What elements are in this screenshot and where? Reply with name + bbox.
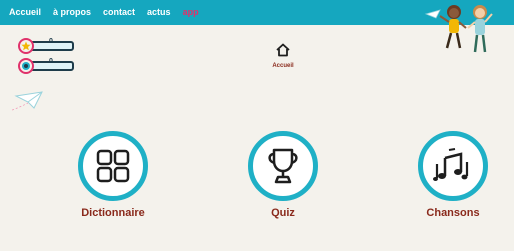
kids-illustration (424, 5, 493, 53)
star-icon (18, 38, 34, 54)
tile-quiz-label: Quiz (271, 207, 295, 219)
dictionnaire-circle (78, 131, 148, 201)
points-counter: 0 (18, 58, 74, 74)
home-button[interactable]: Accueil (263, 43, 303, 69)
grid-icon (96, 149, 130, 183)
tile-dictionnaire-label: Dictionnaire (81, 207, 145, 219)
tile-dictionnaire[interactable]: Dictionnaire (58, 131, 168, 219)
stars-counter: 0 (18, 38, 74, 54)
nav-link-contact[interactable]: contact (103, 7, 135, 17)
home-label: Accueil (272, 63, 294, 69)
nav-link-accueil[interactable]: Accueil (9, 7, 41, 17)
chansons-circle (418, 131, 488, 201)
main-nav: Accueil à propos contact actus app (9, 7, 211, 17)
target-icon (18, 58, 34, 74)
music-notes-icon (433, 148, 469, 181)
nav-link-a-propos[interactable]: à propos (53, 7, 91, 17)
stars-counter-value: 0 (49, 38, 53, 45)
trophy-icon (268, 148, 298, 184)
tile-chansons-label: Chansons (426, 207, 480, 219)
nav-link-actus[interactable]: actus (147, 7, 171, 17)
paper-plane-icon (12, 91, 43, 111)
tile-quiz[interactable]: Quiz (228, 131, 338, 219)
nav-link-app[interactable]: app (183, 7, 199, 17)
points-counter-value: 0 (49, 58, 53, 65)
tile-chansons[interactable]: Chansons (398, 131, 508, 219)
quiz-circle (248, 131, 318, 201)
home-icon (276, 43, 290, 57)
